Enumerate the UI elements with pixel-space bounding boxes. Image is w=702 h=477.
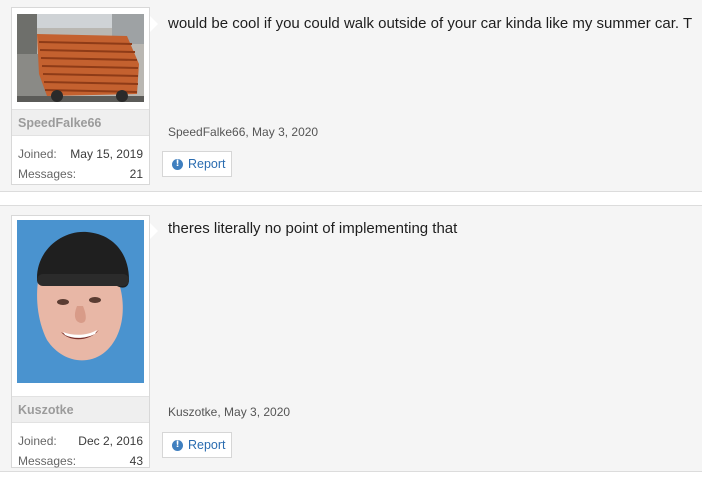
info-icon: ! bbox=[172, 158, 183, 170]
joined-label: Joined: bbox=[18, 147, 57, 161]
report-label: Report bbox=[188, 438, 226, 452]
report-label: Report bbox=[188, 157, 226, 171]
username-link[interactable]: SpeedFalke66 bbox=[12, 109, 149, 136]
user-stats: Joined: Dec 2, 2016 Messages: 43 bbox=[18, 431, 143, 471]
messages-label: Messages: bbox=[18, 454, 77, 468]
joined-label: Joined: bbox=[18, 434, 57, 448]
joined-row: Joined: Dec 2, 2016 bbox=[18, 431, 143, 451]
report-button[interactable]: ! Report bbox=[162, 151, 232, 177]
messages-value: 21 bbox=[129, 167, 143, 181]
avatar[interactable] bbox=[17, 14, 144, 102]
user-info-block: SpeedFalke66 Joined: May 15, 2019 Messag… bbox=[11, 7, 150, 185]
user-info-block: Kuszotke Joined: Dec 2, 2016 Messages: 4… bbox=[11, 215, 150, 468]
report-button[interactable]: ! Report bbox=[162, 432, 232, 458]
speech-arrow bbox=[150, 223, 158, 239]
message-text: would be cool if you could walk outside … bbox=[168, 15, 693, 32]
post-meta[interactable]: Kuszotke, May 3, 2020 bbox=[168, 405, 290, 419]
man-in-beanie-photo-icon bbox=[17, 220, 144, 383]
joined-row: Joined: May 15, 2019 bbox=[18, 144, 143, 164]
car-with-bricks-photo-icon bbox=[17, 14, 144, 102]
post: Kuszotke Joined: Dec 2, 2016 Messages: 4… bbox=[0, 205, 702, 472]
post: SpeedFalke66 Joined: May 15, 2019 Messag… bbox=[0, 0, 702, 192]
post-meta[interactable]: SpeedFalke66, May 3, 2020 bbox=[168, 125, 318, 139]
avatar[interactable] bbox=[17, 220, 144, 383]
info-icon: ! bbox=[172, 439, 183, 451]
joined-value: May 15, 2019 bbox=[70, 147, 143, 161]
messages-row: Messages: 43 bbox=[18, 451, 143, 471]
messages-value: 43 bbox=[129, 454, 143, 468]
message-text: theres literally no point of implementin… bbox=[168, 220, 458, 237]
joined-value: Dec 2, 2016 bbox=[78, 434, 143, 448]
username-link[interactable]: Kuszotke bbox=[12, 396, 149, 423]
messages-label: Messages: bbox=[18, 167, 77, 181]
user-stats: Joined: May 15, 2019 Messages: 21 bbox=[18, 144, 143, 184]
messages-row: Messages: 21 bbox=[18, 164, 143, 184]
speech-arrow bbox=[150, 16, 158, 32]
